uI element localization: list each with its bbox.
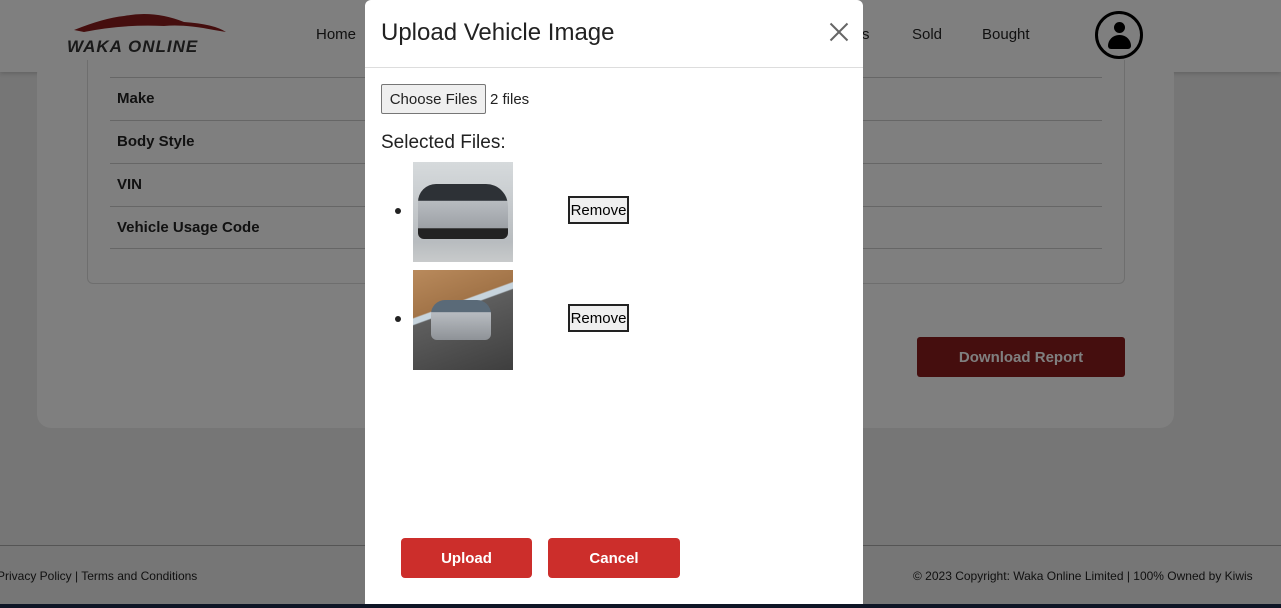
file-count: 2 files (490, 91, 530, 108)
remove-file-button[interactable]: Remove (568, 304, 629, 332)
file-thumbnail (413, 162, 513, 262)
close-icon[interactable] (827, 20, 851, 44)
file-thumbnail (413, 270, 513, 370)
cancel-button[interactable]: Cancel (548, 538, 680, 578)
modal-title: Upload Vehicle Image (381, 19, 615, 46)
choose-files-button[interactable]: Choose Files (381, 84, 486, 114)
divider (365, 67, 863, 68)
list-bullet (395, 208, 401, 214)
list-bullet (395, 316, 401, 322)
selected-files-label: Selected Files: (381, 132, 506, 153)
upload-modal: Upload Vehicle Image Choose Files 2 file… (365, 0, 863, 604)
upload-button[interactable]: Upload (401, 538, 532, 578)
remove-file-button[interactable]: Remove (568, 196, 629, 224)
